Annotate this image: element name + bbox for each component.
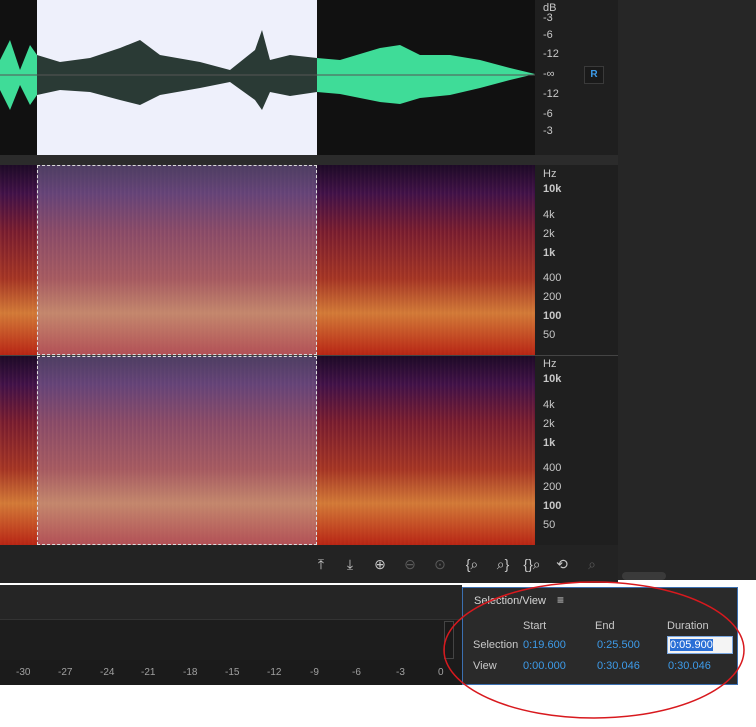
spectrogram-selection[interactable] xyxy=(37,165,317,355)
zoom-in-left-icon[interactable]: {⌕ xyxy=(461,554,483,574)
zoom-reset-icon[interactable]: ⟲ xyxy=(551,554,573,574)
waveform-track[interactable] xyxy=(0,0,535,155)
freq-tick: 400 xyxy=(543,272,562,284)
zoom-out-amplitude-icon[interactable]: ⤓ xyxy=(339,554,361,574)
channel-r-badge[interactable]: R xyxy=(584,66,604,84)
zoom-in-time-icon[interactable]: ⊕ xyxy=(369,554,391,574)
timeline-tick: -27 xyxy=(58,667,73,678)
db-tick: -3 xyxy=(543,12,553,24)
level-meter-scale: -30 -27 -24 -21 -18 -15 -12 -9 -6 -3 0 xyxy=(0,660,462,685)
zoom-in-amplitude-icon[interactable]: ⤒ xyxy=(310,554,332,574)
zoom-out-time-icon[interactable]: ⊖ xyxy=(399,554,421,574)
db-tick: -6 xyxy=(543,108,553,120)
annotation-ellipse xyxy=(443,581,745,719)
db-tick: -6 xyxy=(543,29,553,41)
spectrogram-right-channel[interactable] xyxy=(0,356,535,545)
freq-tick: 100 xyxy=(543,500,562,512)
freq-tick: 2k xyxy=(543,418,555,430)
freq-tick: 50 xyxy=(543,329,556,341)
freq-tick: 400 xyxy=(543,462,562,474)
waveform-graph xyxy=(0,30,535,110)
frequency-ruler-top: Hz 10k 4k 2k 1k 400 200 100 50 xyxy=(535,165,618,355)
timeline-tick: -6 xyxy=(352,667,361,678)
zoom-out-full-icon[interactable]: ⊙ xyxy=(429,554,451,574)
freq-label: Hz xyxy=(543,168,557,180)
right-panel-rail xyxy=(618,0,756,580)
zoom-selection-icon[interactable]: {}⌕ xyxy=(520,554,544,574)
db-tick: -12 xyxy=(543,48,559,60)
freq-tick: 1k xyxy=(543,437,556,449)
freq-tick: 200 xyxy=(543,291,562,303)
track-separator[interactable] xyxy=(0,155,618,165)
freq-tick: 10k xyxy=(543,373,562,385)
timeline-tick: -15 xyxy=(225,667,240,678)
freq-tick: 4k xyxy=(543,209,555,221)
spectrogram-left-channel[interactable] xyxy=(0,165,535,355)
spectrogram-selection[interactable] xyxy=(37,356,317,545)
frequency-ruler-bottom: Hz 10k 4k 2k 1k 400 200 100 50 xyxy=(535,356,618,545)
timeline-tick: -3 xyxy=(396,667,405,678)
db-tick: -12 xyxy=(543,88,559,100)
freq-tick: 200 xyxy=(543,481,562,493)
freq-tick: 10k xyxy=(543,183,562,195)
freq-tick: 1k xyxy=(543,247,556,259)
freq-tick: 50 xyxy=(543,519,556,531)
freq-tick: 4k xyxy=(543,399,555,411)
timeline-tick: -30 xyxy=(16,667,31,678)
db-tick: -∞ xyxy=(543,68,555,80)
timeline-tick: -12 xyxy=(267,667,282,678)
zoom-frequency-icon[interactable]: ⌕ xyxy=(581,554,603,574)
freq-label: Hz xyxy=(543,358,557,370)
timeline-tick: -18 xyxy=(183,667,198,678)
bottom-panel-header xyxy=(0,585,462,620)
freq-tick: 100 xyxy=(543,310,562,322)
zoom-in-right-icon[interactable]: ⌕} xyxy=(492,554,514,574)
timeline-tick: -21 xyxy=(141,667,156,678)
timeline-tick: -24 xyxy=(100,667,115,678)
timeline-tick: -9 xyxy=(310,667,319,678)
freq-tick: 2k xyxy=(543,228,555,240)
db-tick: -3 xyxy=(543,125,553,137)
